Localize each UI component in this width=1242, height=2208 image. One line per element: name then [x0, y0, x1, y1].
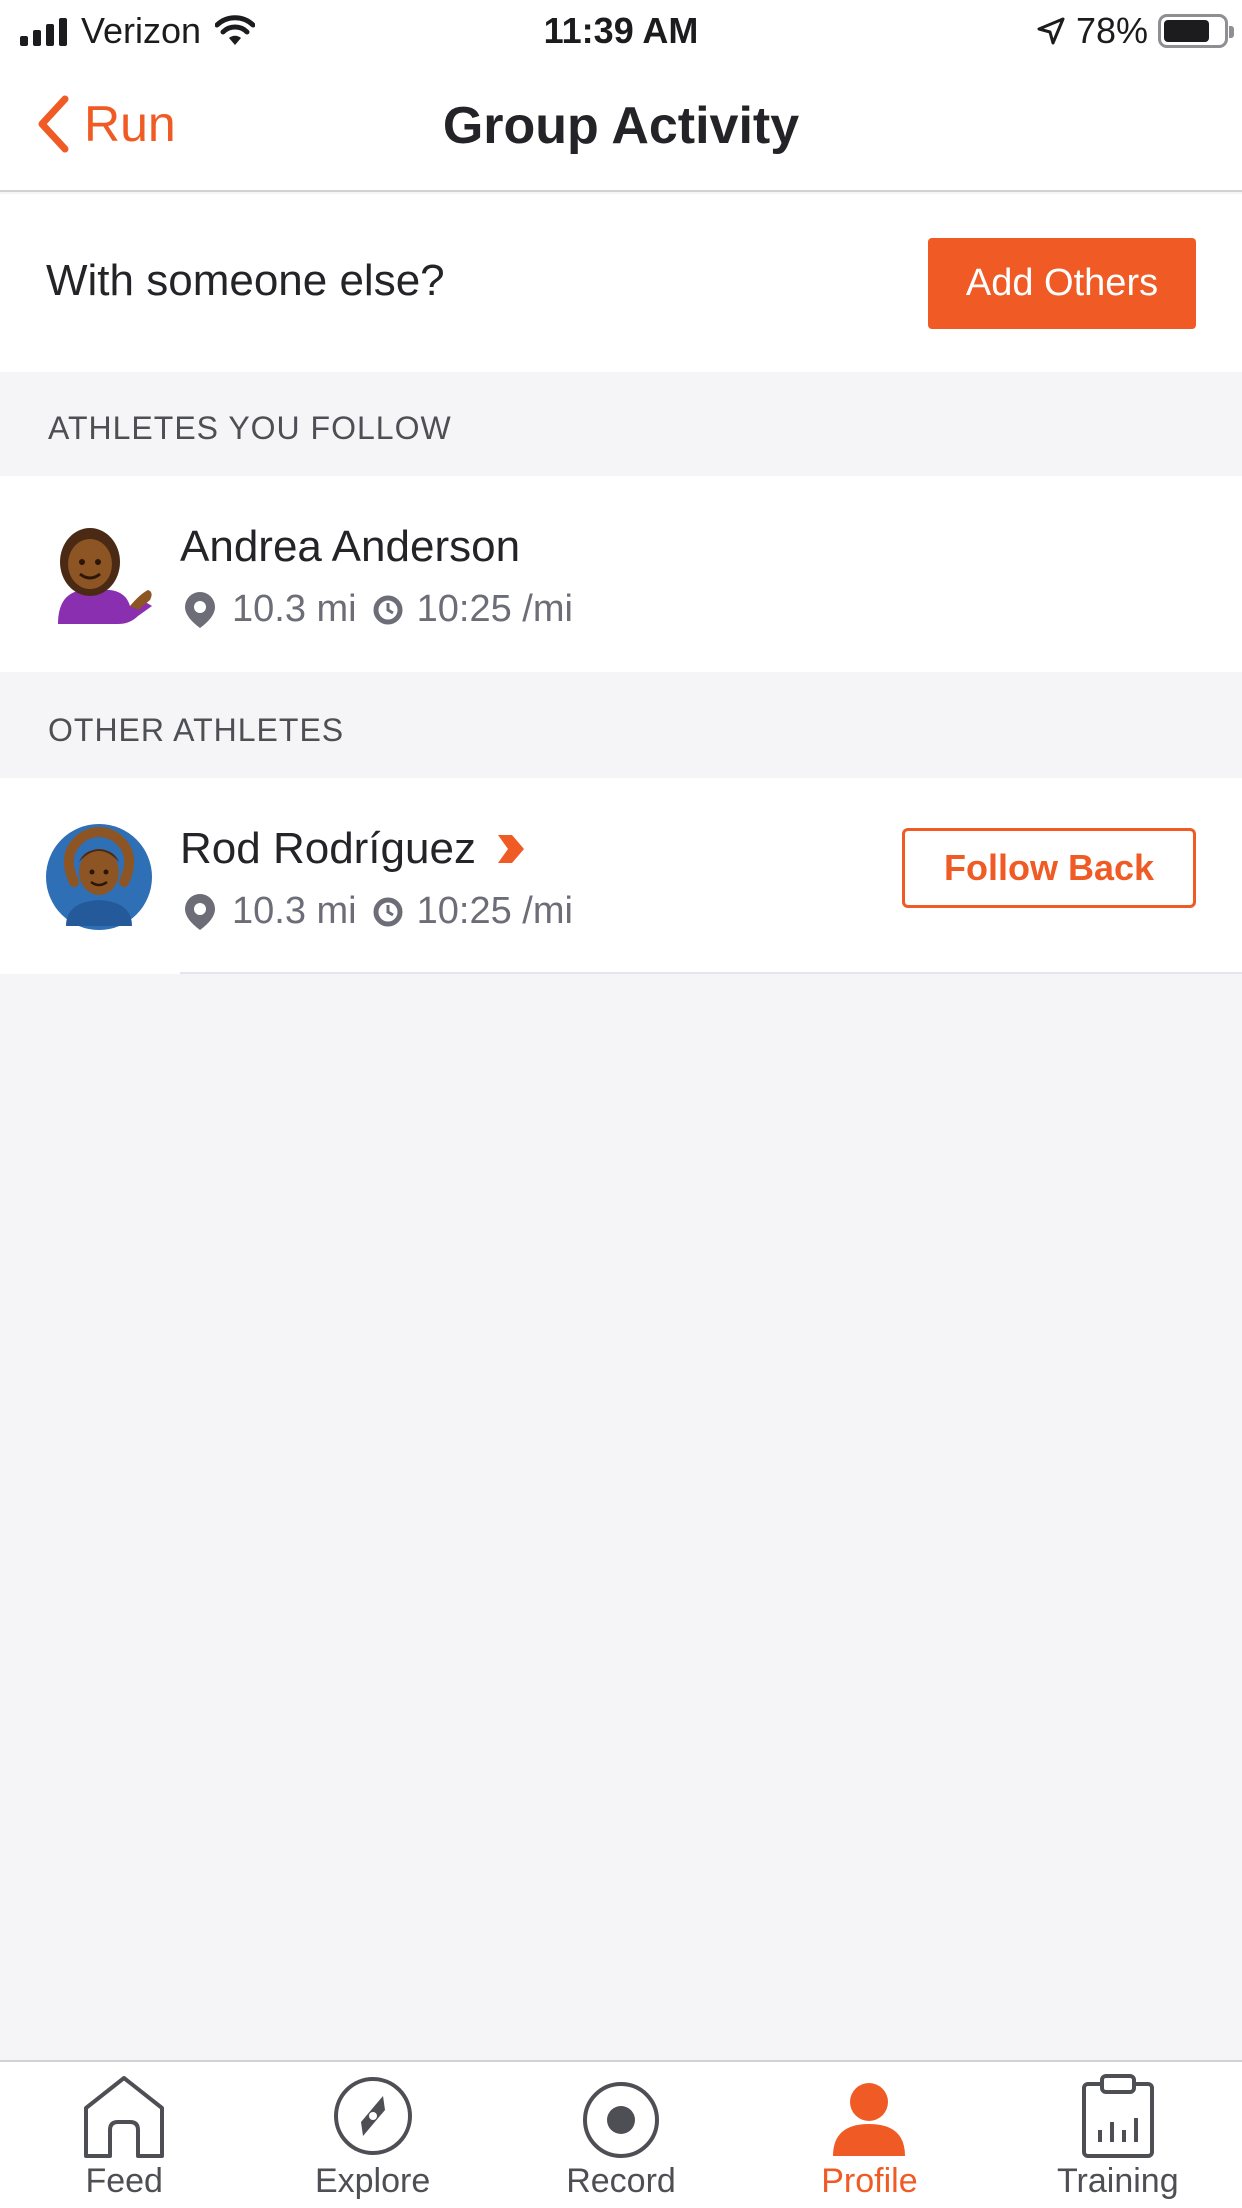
tab-bar: Feed Explore Record Profile Training: [0, 2060, 1242, 2208]
tab-feed[interactable]: Feed: [0, 2062, 248, 2208]
section-header-other: OTHER ATHLETES: [0, 674, 1242, 778]
tab-label: Feed: [85, 2162, 163, 2200]
stopwatch-icon: [373, 897, 403, 926]
nav-bar: Run Group Activity: [0, 64, 1242, 192]
athlete-stats: 10.3 mi 10:25 /mi: [182, 588, 589, 631]
section-header-following: ATHLETES YOU FOLLOW: [0, 372, 1242, 476]
section-title: ATHLETES YOU FOLLOW: [48, 410, 452, 446]
map-pin-icon: [185, 893, 215, 930]
battery-percent: 78%: [1075, 10, 1148, 51]
home-icon: [84, 2076, 165, 2158]
row-divider: [180, 972, 1242, 974]
stopwatch-icon: [373, 595, 403, 624]
battery-fill: [1164, 20, 1210, 42]
tab-explore[interactable]: Explore: [248, 2062, 496, 2208]
tab-record[interactable]: Record: [497, 2062, 745, 2208]
invite-prompt: With someone else?: [46, 256, 445, 305]
status-right: 78%: [1036, 10, 1234, 52]
pace-stat: 10:25 /mi: [373, 588, 573, 631]
athlete-name: Andrea Anderson: [180, 522, 520, 572]
record-icon: [583, 2082, 660, 2158]
athlete-row[interactable]: Rod Rodríguez 10.3 mi 10:25 /mi Follow B…: [0, 778, 1242, 974]
subscriber-chevron-icon: [497, 835, 524, 863]
distance-stat: 10.3 mi: [182, 588, 357, 631]
clipboard-chart-icon: [1081, 2074, 1154, 2158]
avatar: [44, 822, 154, 932]
compass-icon: [333, 2077, 412, 2155]
athlete-name-text: Andrea Anderson: [180, 522, 521, 571]
follow-back-button[interactable]: Follow Back: [902, 828, 1196, 908]
athlete-row[interactable]: Andrea Anderson 10.3 mi 10:25 /mi: [0, 476, 1242, 672]
pace-value: 10:25 /mi: [416, 588, 573, 630]
distance-value: 10.3 mi: [232, 588, 357, 630]
tab-profile[interactable]: Profile: [745, 2062, 993, 2208]
pace-stat: 10:25 /mi: [373, 890, 573, 933]
location-arrow-icon: [1037, 17, 1065, 45]
woman-tipping-hand-emoji-icon: [58, 528, 152, 624]
distance-value: 10.3 mi: [232, 890, 357, 932]
tab-label: Training: [1057, 2162, 1179, 2200]
athlete-name-text: Rod Rodríguez: [180, 824, 476, 873]
tab-training[interactable]: Training: [994, 2062, 1242, 2208]
invite-row: With someone else? Add Others: [0, 194, 1242, 372]
add-others-button[interactable]: Add Others: [928, 238, 1196, 329]
avatar: [44, 520, 154, 630]
status-bar: Verizon 11:39 AM 78%: [0, 0, 1242, 64]
pace-value: 10:25 /mi: [416, 890, 573, 932]
man-gesturing-ok-emoji-icon: [46, 824, 152, 930]
distance-stat: 10.3 mi: [182, 890, 357, 933]
athlete-stats: 10.3 mi 10:25 /mi: [182, 890, 589, 933]
map-pin-icon: [185, 591, 215, 628]
page-title: Group Activity: [442, 97, 800, 155]
athlete-name: Rod Rodríguez: [180, 824, 526, 874]
tab-label: Profile: [821, 2162, 918, 2200]
tab-label: Explore: [314, 2162, 431, 2200]
battery-icon: [1158, 14, 1234, 48]
person-icon: [833, 2083, 906, 2156]
section-title: OTHER ATHLETES: [48, 712, 345, 748]
tab-label: Record: [566, 2162, 676, 2200]
